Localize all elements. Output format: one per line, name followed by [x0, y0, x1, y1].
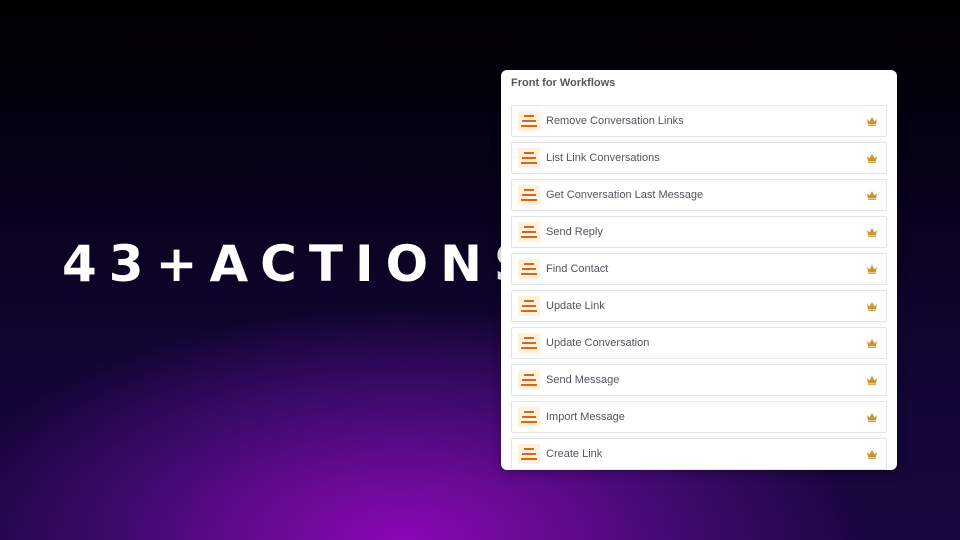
front-logo-icon — [518, 370, 540, 390]
action-item-send-reply[interactable]: Send Reply — [511, 216, 887, 248]
action-item-import-message[interactable]: Import Message — [511, 401, 887, 433]
action-item-update-link[interactable]: Update Link — [511, 290, 887, 322]
crown-icon — [866, 153, 878, 163]
action-label: Update Link — [546, 300, 605, 312]
action-list: Remove Conversation Links List Link Conv… — [511, 105, 887, 470]
front-logo-icon — [518, 111, 540, 131]
action-label: Find Contact — [546, 263, 609, 275]
crown-icon — [866, 412, 878, 422]
action-label: Send Message — [546, 374, 620, 386]
action-label: Get Conversation Last Message — [546, 189, 704, 201]
front-logo-icon — [518, 222, 540, 242]
action-item-find-contact[interactable]: Find Contact — [511, 253, 887, 285]
action-item-update-conversation[interactable]: Update Conversation — [511, 327, 887, 359]
crown-icon — [866, 375, 878, 385]
action-label: Create Link — [546, 448, 603, 460]
action-item-send-message[interactable]: Send Message — [511, 364, 887, 396]
crown-icon — [866, 190, 878, 200]
headline: 43+ACTIONS — [62, 235, 542, 293]
action-label: Remove Conversation Links — [546, 115, 684, 127]
front-logo-icon — [518, 444, 540, 464]
panel-title: Front for Workflows — [511, 77, 616, 89]
action-label: Send Reply — [546, 226, 603, 238]
action-label: Update Conversation — [546, 337, 650, 349]
front-logo-icon — [518, 333, 540, 353]
actions-panel: Front for Workflows Remove Conversation … — [501, 70, 897, 470]
front-logo-icon — [518, 148, 540, 168]
crown-icon — [866, 338, 878, 348]
crown-icon — [866, 116, 878, 126]
front-logo-icon — [518, 185, 540, 205]
action-label: List Link Conversations — [546, 152, 660, 164]
action-item-get-conversation-last-message[interactable]: Get Conversation Last Message — [511, 179, 887, 211]
crown-icon — [866, 449, 878, 459]
action-label: Import Message — [546, 411, 625, 423]
front-logo-icon — [518, 407, 540, 427]
action-item-remove-conversation-links[interactable]: Remove Conversation Links — [511, 105, 887, 137]
action-item-list-link-conversations[interactable]: List Link Conversations — [511, 142, 887, 174]
crown-icon — [866, 264, 878, 274]
front-logo-icon — [518, 259, 540, 279]
crown-icon — [866, 301, 878, 311]
front-logo-icon — [518, 296, 540, 316]
crown-icon — [866, 227, 878, 237]
action-item-create-link[interactable]: Create Link — [511, 438, 887, 470]
